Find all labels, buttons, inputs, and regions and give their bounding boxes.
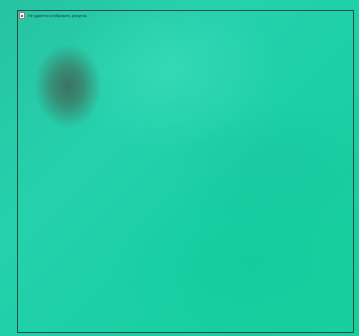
broken-image-icon	[19, 12, 25, 19]
broken-image-text: Не удается отобразить рисунок.	[28, 13, 88, 18]
image-placeholder: Не удается отобразить рисунок.	[0, 0, 359, 336]
image-frame	[17, 10, 354, 333]
broken-image-notice: Не удается отобразить рисунок.	[19, 12, 88, 19]
